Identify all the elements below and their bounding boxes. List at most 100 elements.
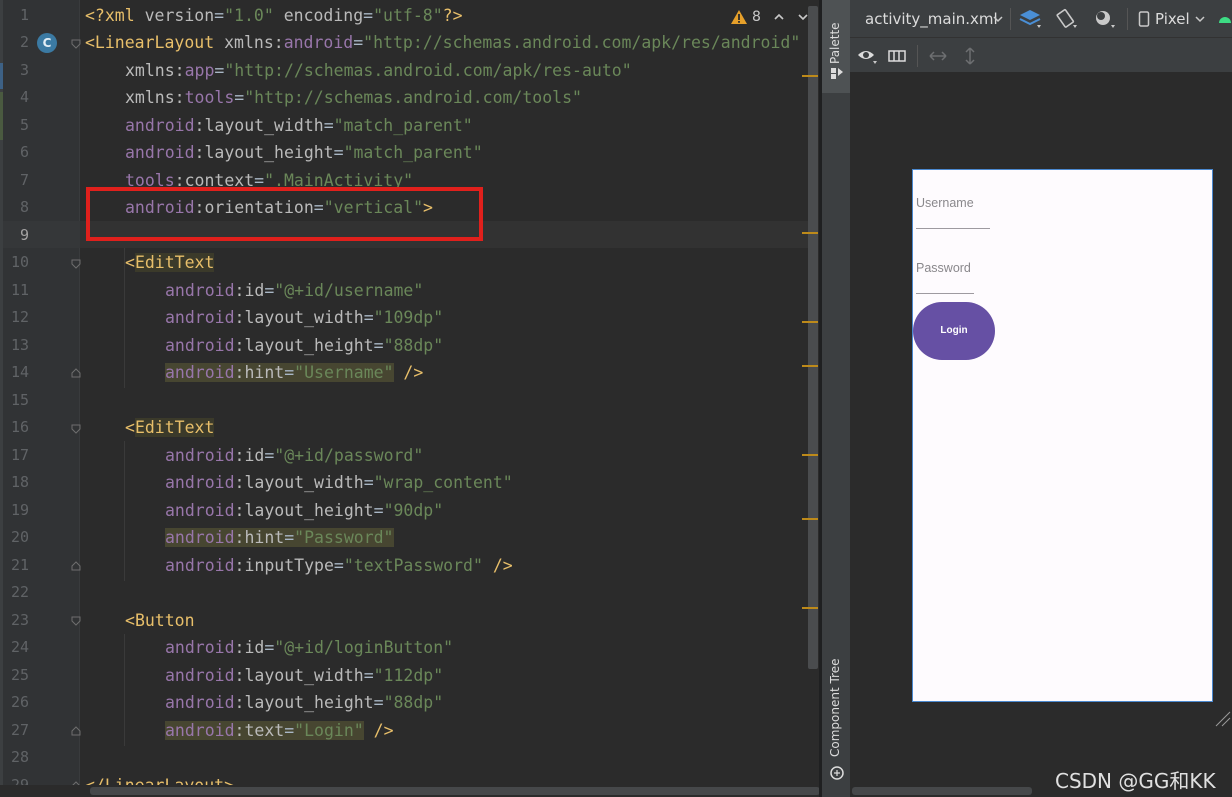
eye-icon[interactable] <box>857 48 879 64</box>
username-edittext-preview[interactable]: Username <box>916 194 990 230</box>
warning-stripe-marker[interactable] <box>802 232 818 234</box>
line-number: 25 <box>10 666 29 684</box>
palette-label: Palette <box>828 22 842 64</box>
code-line-26: android:layout_height="88dp" <box>165 693 444 712</box>
line-number: 28 <box>10 748 29 766</box>
chevron-down-icon[interactable] <box>1195 15 1205 23</box>
line-number: 5 <box>19 116 29 134</box>
component-tree-icon <box>830 766 844 780</box>
android-icon[interactable] <box>1218 12 1232 24</box>
resize-horizontal-icon[interactable] <box>928 50 948 62</box>
line-number: 13 <box>10 336 29 354</box>
line-number: 24 <box>10 638 29 656</box>
line-number: 17 <box>10 446 29 464</box>
code-line-21: android:inputType="textPassword" /> <box>165 556 513 575</box>
fold-open-icon[interactable] <box>71 424 81 434</box>
design-tool-strip: Palette Component Tree <box>822 0 850 797</box>
line-number: 26 <box>10 693 29 711</box>
line-number: 16 <box>10 418 29 436</box>
class-reference-icon[interactable]: C <box>37 33 57 53</box>
line-number: 27 <box>10 721 29 739</box>
orientation-icon[interactable] <box>1055 8 1079 30</box>
code-line-3: xmlns:app="http://schemas.android.com/ap… <box>125 61 632 80</box>
chevron-down-icon[interactable] <box>993 15 1003 23</box>
warning-stripe-marker[interactable] <box>802 365 818 367</box>
fold-close-icon[interactable] <box>71 561 81 571</box>
highlight-annotation-box <box>86 187 483 241</box>
palette-tab[interactable]: Palette <box>822 0 850 93</box>
line-number: 20 <box>10 528 29 546</box>
blueprint-icon[interactable] <box>888 49 906 63</box>
line-number: 15 <box>10 391 29 409</box>
warning-stripe-marker[interactable] <box>802 75 818 77</box>
line-number: 6 <box>19 143 29 161</box>
username-hint: Username <box>916 196 974 210</box>
editor-scroll-thumb[interactable] <box>808 6 818 669</box>
line-number: 1 <box>19 6 29 24</box>
code-line-2: <LinearLayout xmlns:android="http://sche… <box>85 33 801 52</box>
code-line-1: <?xml version="1.0" encoding="utf-8"?> <box>85 6 463 25</box>
fold-close-icon[interactable] <box>71 726 81 736</box>
code-line-5: android:layout_width="match_parent" <box>125 116 473 135</box>
code-line-20: android:hint="Password" <box>165 528 394 547</box>
password-edittext-preview[interactable]: Password <box>916 259 974 295</box>
inspection-count: 8 <box>752 9 761 25</box>
line-number: 19 <box>10 501 29 519</box>
code-line-27: android:text="Login" /> <box>165 721 394 740</box>
file-selector[interactable]: activity_main.xml <box>865 10 998 28</box>
line-number: 23 <box>10 611 29 629</box>
warning-stripe-marker[interactable] <box>802 607 818 609</box>
code-line-24: android:id="@+id/loginButton" <box>165 638 454 657</box>
line-number: 4 <box>19 88 29 106</box>
line-number: 8 <box>19 198 29 216</box>
code-line-10: <EditText <box>125 253 215 272</box>
code-line-17: android:id="@+id/password" <box>165 446 424 465</box>
component-tree-label: Component Tree <box>828 658 842 757</box>
code-line-14: android:hint="Username" /> <box>165 363 424 382</box>
palette-icon <box>831 68 843 79</box>
xml-code-editor[interactable]: 1 2 3 4 5 6 7 8 9 10 11 12 13 14 15 16 1… <box>0 0 822 797</box>
component-tree-tab[interactable]: Component Tree <box>822 645 850 790</box>
line-number: 14 <box>10 363 29 381</box>
device-icon[interactable] <box>1138 11 1150 27</box>
warning-stripe-marker[interactable] <box>802 321 818 323</box>
design-horizontal-thumb[interactable] <box>852 787 1032 795</box>
code-line-12: android:layout_width="109dp" <box>165 308 444 327</box>
fold-open-icon[interactable] <box>71 259 81 269</box>
watermark-text: CSDN @GG和KK <box>1055 769 1216 793</box>
resize-vertical-icon[interactable] <box>964 46 976 66</box>
line-number: 22 <box>10 583 29 601</box>
password-underline <box>916 293 974 294</box>
username-underline <box>916 228 990 229</box>
code-line-6: android:layout_height="match_parent" <box>125 143 483 162</box>
fold-open-icon[interactable] <box>71 616 81 626</box>
line-number: 3 <box>19 61 29 79</box>
warning-stripe-marker[interactable] <box>802 518 818 520</box>
line-number: 21 <box>10 556 29 574</box>
design-toolbar-secondary <box>850 38 1232 73</box>
line-number: 7 <box>19 171 29 189</box>
line-number: 12 <box>10 308 29 326</box>
code-line-23: <Button <box>125 611 195 630</box>
login-button-preview[interactable]: Login <box>913 302 995 360</box>
chevron-up-icon[interactable] <box>773 12 785 22</box>
code-line-25: android:layout_width="112dp" <box>165 666 444 685</box>
code-line-19: android:layout_height="90dp" <box>165 501 444 520</box>
editor-horizontal-thumb[interactable] <box>90 787 820 795</box>
warning-stripe-marker[interactable] <box>802 454 818 456</box>
fold-close-icon[interactable] <box>71 368 81 378</box>
layers-icon[interactable] <box>1019 8 1043 30</box>
line-number-current: 9 <box>19 226 29 244</box>
line-number: 10 <box>10 253 29 271</box>
code-line-16: <EditText <box>125 418 215 437</box>
code-line-18: android:layout_width="wrap_content" <box>165 473 513 492</box>
device-preview-screen[interactable]: Username Password Login <box>912 169 1213 702</box>
line-number: 2 <box>19 33 29 51</box>
code-line-11: android:id="@+id/username" <box>165 281 424 300</box>
resize-handle-icon[interactable] <box>1214 706 1232 728</box>
device-selector[interactable]: Pixel <box>1155 10 1190 28</box>
inspection-widget[interactable]: 8 <box>730 6 809 28</box>
line-number: 11 <box>10 281 29 299</box>
theme-icon[interactable] <box>1093 8 1117 30</box>
fold-open-icon[interactable] <box>71 39 81 49</box>
